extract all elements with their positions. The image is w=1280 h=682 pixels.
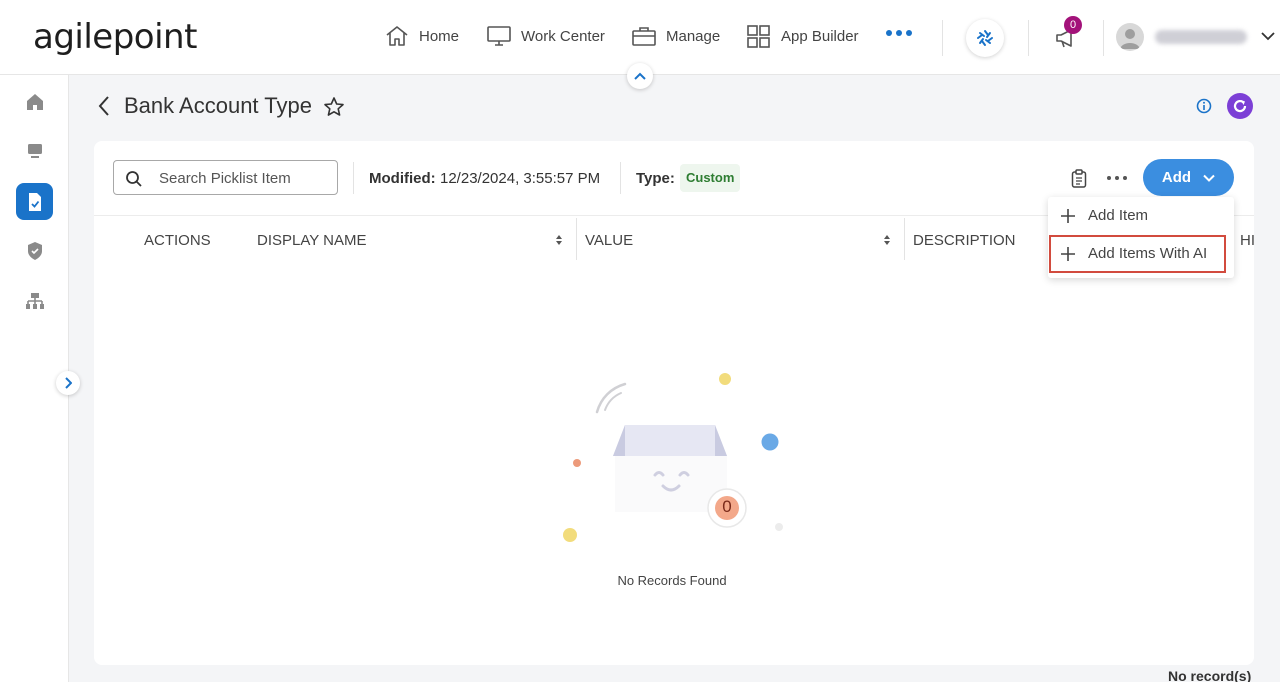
add-button-label: Add: [1161, 169, 1192, 186]
home-icon: [27, 94, 43, 110]
column-header-display-name[interactable]: DISPLAY NAME: [257, 232, 366, 249]
nav-manage[interactable]: Manage: [631, 24, 720, 48]
sidebar-item-org-chart[interactable]: [22, 288, 48, 314]
nav-work-center[interactable]: Work Center: [486, 24, 605, 48]
shield-icon: [28, 242, 42, 260]
nav-manage-label: Manage: [666, 27, 721, 45]
modified-label: Modified:: [369, 170, 436, 187]
info-icon[interactable]: [1196, 98, 1212, 114]
refresh-icon: [1233, 99, 1247, 113]
more-options-icon[interactable]: [1107, 176, 1127, 180]
ai-pinwheel-icon: [977, 30, 993, 46]
modified-value: 12/23/2024, 3:55:57 PM: [440, 170, 601, 187]
toolbar-divider: [620, 162, 621, 194]
user-name-blurred[interactable]: [1155, 30, 1247, 44]
ai-assistant-button[interactable]: [966, 19, 1004, 57]
header-divider: [1103, 20, 1104, 56]
agilepoint-logo[interactable]: agilepoint: [33, 17, 197, 57]
empty-state-message: No Records Found: [617, 573, 727, 588]
monitor-icon: [28, 144, 42, 158]
toolbar-divider: [353, 162, 354, 194]
column-header-value[interactable]: VALUE: [585, 232, 633, 249]
page-title: Bank Account Type: [124, 93, 312, 118]
more-menu-icon[interactable]: [886, 30, 912, 36]
expand-sidebar-button[interactable]: [56, 371, 80, 395]
search-icon: [126, 171, 142, 187]
sort-icon[interactable]: [554, 234, 564, 246]
chevron-right-icon: [65, 377, 72, 389]
grid-icon: [747, 25, 770, 48]
org-chart-icon: [26, 293, 44, 309]
document-check-icon: [28, 192, 41, 211]
notification-badge: 0: [1064, 16, 1082, 34]
briefcase-icon: [632, 27, 656, 46]
type-badge: Custom: [680, 164, 741, 192]
type-label: Type:: [636, 170, 675, 187]
search-input[interactable]: Search Picklist Item: [113, 160, 338, 195]
chevron-down-icon[interactable]: [1261, 31, 1275, 41]
back-arrow-icon[interactable]: [97, 95, 111, 117]
column-header-hidden[interactable]: HI: [1240, 232, 1254, 249]
header-divider: [1028, 20, 1029, 56]
collapse-header-button[interactable]: [627, 63, 653, 89]
plus-icon: [1061, 208, 1075, 223]
nav-work-center-label: Work Center: [521, 27, 605, 45]
header-divider: [942, 20, 943, 56]
record-count: No record(s): [1168, 668, 1252, 682]
sidebar-item-home[interactable]: [22, 89, 48, 115]
column-header-description[interactable]: DESCRIPTION: [913, 232, 1016, 249]
favorite-star-icon[interactable]: [323, 96, 345, 118]
column-divider: [904, 218, 905, 260]
chevron-down-icon: [1203, 174, 1215, 182]
sort-icon[interactable]: [882, 234, 892, 246]
column-header-actions: ACTIONS: [144, 232, 211, 249]
empty-count: 0: [722, 497, 732, 516]
chevron-up-icon: [634, 72, 646, 80]
home-icon: [386, 26, 408, 46]
menu-item-add-item[interactable]: Add Item: [1060, 207, 1148, 224]
empty-box-illustration: [563, 373, 783, 542]
add-button[interactable]: Add: [1143, 159, 1234, 196]
search-placeholder: Search Picklist Item: [159, 170, 291, 187]
nav-home[interactable]: Home: [384, 24, 459, 48]
monitor-icon: [487, 26, 511, 46]
sidebar-item-document[interactable]: [16, 183, 53, 220]
avatar[interactable]: [1116, 23, 1144, 51]
highlight-box: [1049, 235, 1226, 273]
menu-item-label: Add Item: [1088, 207, 1149, 224]
refresh-button[interactable]: [1227, 93, 1253, 119]
sidebar-item-security[interactable]: [22, 238, 48, 264]
nav-app-builder-label: App Builder: [781, 27, 859, 45]
nav-home-label: Home: [419, 27, 460, 45]
column-divider: [576, 218, 577, 260]
clipboard-icon[interactable]: [1071, 169, 1087, 188]
nav-app-builder[interactable]: App Builder: [746, 24, 859, 48]
sidebar-item-work-center[interactable]: [22, 138, 48, 164]
